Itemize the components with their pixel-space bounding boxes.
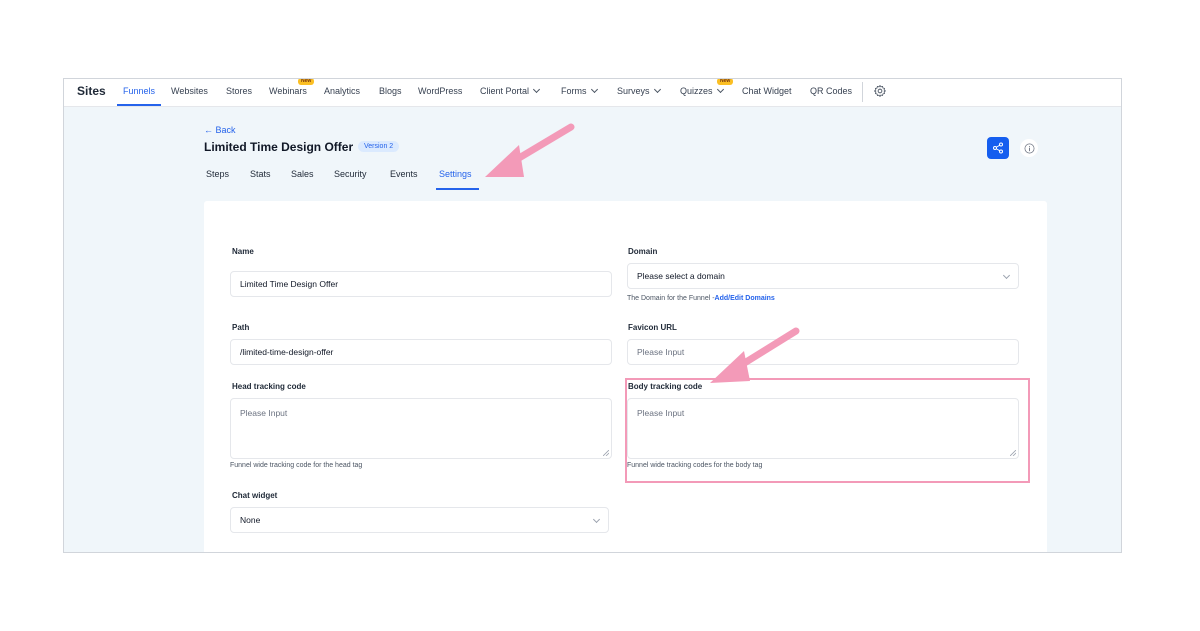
tab-steps[interactable]: Steps [206,169,229,179]
nav-item-label: Forms [561,86,587,96]
app-window: Sites Funnels Websites Stores Webinars N… [63,78,1122,553]
favicon-placeholder: Please Input [637,347,685,357]
annotation-arrow-icon [710,327,800,383]
name-value: Limited Time Design Offer [240,279,339,289]
nav-item-chat-widget[interactable]: Chat Widget [742,86,792,96]
nav-item-forms[interactable]: Forms [561,85,598,96]
nav-item-websites[interactable]: Websites [171,86,208,96]
nav-item-qr-codes[interactable]: QR Codes [810,86,852,96]
domain-select[interactable]: Please select a domain [627,263,1019,289]
annotation-highlight-box [625,378,1030,483]
brand-title: Sites [77,84,106,98]
chevron-down-icon [590,85,598,94]
nav-item-quizzes[interactable]: Quizzes [680,85,724,96]
gear-icon[interactable] [873,84,887,98]
path-value: /limited-time-design-offer [240,347,334,357]
nav-item-label: Surveys [617,86,650,96]
settings-card: Name Limited Time Design Offer Domain Pl… [204,201,1047,552]
chevron-down-icon [1002,271,1011,280]
tab-settings[interactable]: Settings [439,169,472,179]
annotation-arrow-icon [485,123,575,177]
new-badge: New [717,79,734,85]
active-tab-indicator [436,188,479,190]
chevron-down-icon [716,85,724,94]
chat-widget-select[interactable]: None [230,507,609,533]
add-edit-domains-link[interactable]: Add/Edit Domains [715,295,775,302]
tab-sales[interactable]: Sales [291,169,314,179]
active-nav-indicator [117,104,161,106]
chevron-down-icon [532,85,541,94]
tab-events[interactable]: Events [390,169,418,179]
nav-item-blogs[interactable]: Blogs [379,86,402,96]
info-button[interactable] [1020,139,1038,157]
nav-item-label: Client Portal [480,86,530,96]
head-tracking-label: Head tracking code [232,382,306,391]
version-badge: Version 2 [358,141,400,152]
domain-label: Domain [628,247,658,256]
info-icon [1024,143,1034,153]
tab-security[interactable]: Security [334,169,367,179]
nav-item-wordpress[interactable]: WordPress [418,86,462,96]
nav-divider [862,82,863,102]
resize-handle-icon[interactable] [603,450,609,456]
nav-item-client-portal[interactable]: Client Portal [480,85,541,96]
chat-widget-label: Chat widget [232,491,278,500]
top-nav: Sites Funnels Websites Stores Webinars N… [64,79,1121,107]
nav-item-analytics[interactable]: Analytics [324,86,360,96]
name-label: Name [232,247,254,256]
domain-help-text: The Domain for the Funnel - [627,295,715,302]
path-input[interactable]: /limited-time-design-offer [230,339,612,365]
favicon-label: Favicon URL [628,323,677,332]
favicon-input[interactable]: Please Input [627,339,1019,365]
domain-placeholder: Please select a domain [637,271,725,281]
chat-widget-value: None [240,515,261,525]
new-badge: New [298,79,315,85]
chevron-down-icon [653,85,661,94]
share-icon [993,142,1003,154]
name-input[interactable]: Limited Time Design Offer [230,271,612,297]
domain-help: The Domain for the Funnel -Add/Edit Doma… [627,295,775,302]
nav-item-surveys[interactable]: Surveys [617,85,661,96]
back-link[interactable]: ← Back [204,125,236,135]
share-button[interactable] [987,137,1009,159]
nav-item-funnels[interactable]: Funnels [123,86,155,96]
tab-stats[interactable]: Stats [250,169,271,179]
nav-item-webinars[interactable]: Webinars [269,86,307,96]
head-tracking-help: Funnel wide tracking code for the head t… [230,462,363,469]
nav-item-stores[interactable]: Stores [226,86,252,96]
nav-item-label: Quizzes [680,86,713,96]
chevron-down-icon [592,515,601,524]
page-title: Limited Time Design Offer [204,140,354,154]
head-tracking-textarea[interactable]: Please Input [230,398,612,459]
path-label: Path [232,323,250,332]
head-tracking-placeholder: Please Input [240,408,288,418]
